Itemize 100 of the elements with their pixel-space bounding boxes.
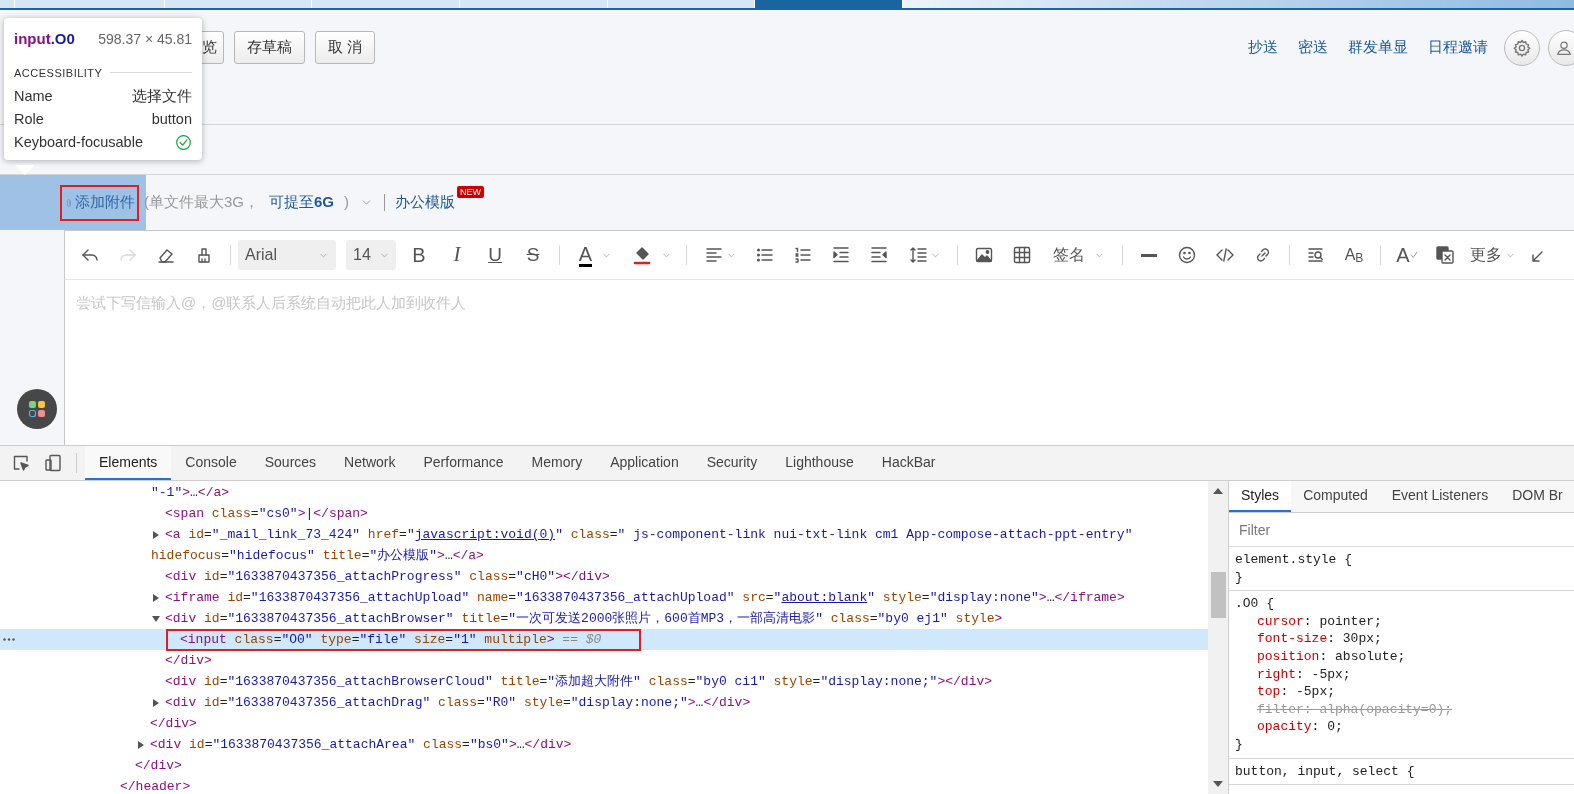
align-icon [704, 245, 724, 265]
code-link[interactable]: about:blank [781, 589, 868, 605]
recipient-option-link[interactable]: 密送 [1298, 36, 1328, 59]
fill-bucket-icon [631, 245, 652, 265]
property-label: Keyboard-focusable [14, 132, 143, 152]
code-line: <div id="1633870437356_attachBrowser" title="一次可发送2000张照片，600首MP3，一部高清电影" class="by0 ej1" style> [165, 609, 1003, 628]
css-declaration: right: -5px; [1256, 665, 1352, 684]
property-value: 选择文件 [132, 86, 192, 106]
table-icon [1012, 245, 1032, 265]
image-icon [974, 245, 994, 265]
devtools-tab[interactable]: Application [596, 446, 693, 480]
caret-icon [361, 197, 373, 208]
css-declaration: opacity: 0; [1256, 718, 1344, 736]
code-line: <span class="cs0">|</span> [165, 504, 368, 523]
devtools-tab[interactable]: Performance [409, 446, 518, 480]
devtools-tab[interactable]: Elements [85, 446, 172, 480]
recipient-option-link[interactable]: 群发单显 [1348, 36, 1408, 59]
code-line: hidefocus="hidefocus" title="办公模版">…</a> [151, 546, 484, 565]
apps-button[interactable] [17, 389, 57, 429]
signature-select[interactable]: 签名 [1041, 239, 1115, 271]
code-line: </div> [165, 651, 212, 670]
format-button[interactable]: B [400, 239, 438, 271]
new-badge: NEW [457, 186, 485, 198]
styles-tab[interactable]: DOM Br [1500, 481, 1574, 512]
css-declaration: cursor: pointer; [1256, 612, 1383, 631]
collapse-triangle-icon[interactable] [152, 614, 160, 623]
code-link[interactable]: javascript:void(0) [414, 526, 556, 542]
filter-field[interactable]: Filter [1233, 516, 1570, 543]
scroll-down-icon[interactable] [1213, 781, 1223, 787]
code-line: <a id="_mail_link_73_424" href="javascript:void(0)" class=" js-component-link nui-txt-link cm1 App-compose-attach-ppt-entry" [165, 525, 1133, 544]
format-button[interactable]: I [438, 239, 476, 271]
contacts-button[interactable] [1548, 29, 1574, 66]
font-select[interactable]: Arial [238, 240, 336, 270]
line-height-icon [908, 245, 928, 265]
device-toggle-button[interactable] [42, 452, 64, 474]
apps-icon [27, 399, 47, 419]
styles-tab[interactable]: Event Listeners [1379, 481, 1501, 512]
css-brace: } [1235, 568, 1243, 587]
attachment-limit-text: ) [344, 192, 350, 213]
scrollbar[interactable] [1208, 481, 1228, 794]
code-line: </div> [150, 714, 197, 733]
font-size-select[interactable]: 14 [346, 240, 396, 270]
toolbar-button[interactable]: 存草稿 [234, 31, 305, 64]
scrollbar-thumb[interactable] [1210, 572, 1226, 618]
format-button[interactable]: S [514, 239, 552, 271]
code-line: <div id="1633870437356_attachBrowserCloud" title="添加超大附件" class="by0 ci1" style="display:none;"></div> [165, 672, 993, 691]
devtools-tab[interactable]: Security [692, 446, 772, 480]
code-icon [1215, 245, 1235, 265]
devtools-tab[interactable]: Console [171, 446, 251, 480]
code-line: <div id="1633870437356_attachDrag" class="R0" style="display:none;">…</div> [165, 693, 751, 712]
office-template-link[interactable]: 办公模版 [395, 191, 456, 214]
code-line: <div id="1633870437356_attachProgress" class="cH0"></div> [165, 567, 610, 586]
devtools-tab[interactable]: Sources [250, 446, 331, 480]
settings-button[interactable] [1504, 29, 1540, 66]
devices-icon [43, 453, 63, 473]
format-button[interactable]: U [476, 239, 514, 271]
indent-icon [831, 245, 851, 265]
css-brace: } [1235, 735, 1243, 754]
styles-tab[interactable]: Styles [1229, 481, 1292, 512]
property-label: Name [14, 86, 53, 106]
numbered-list-icon [793, 245, 813, 265]
styles-tab[interactable]: Computed [1291, 481, 1380, 512]
find-icon [1306, 245, 1326, 265]
grammar-button[interactable]: A [1388, 239, 1426, 271]
code-line: </div> [135, 756, 182, 775]
outdent-icon [869, 245, 889, 265]
property-value: button [151, 109, 192, 129]
expand-triangle-icon[interactable] [152, 593, 160, 602]
more-icon[interactable] [3, 638, 15, 641]
recipient-option-link[interactable]: 抄送 [1248, 36, 1278, 59]
css-declaration: top: -5px; [1256, 683, 1336, 701]
check-icon [1409, 251, 1418, 259]
scroll-up-icon[interactable] [1213, 488, 1223, 494]
css-declaration: position: absolute; [1256, 647, 1407, 666]
tooltip-pointer [15, 165, 35, 175]
more-button[interactable]: 更多 [1464, 239, 1520, 271]
code-line: "-1">…</a> [151, 483, 230, 502]
smiley-icon [1177, 245, 1197, 265]
section-heading: ACCESSIBILITY [14, 65, 103, 81]
expand-triangle-icon[interactable] [152, 530, 160, 539]
devtools-tab[interactable]: Memory [517, 446, 597, 480]
css-selector: element.style { [1235, 551, 1354, 569]
expand-triangle-icon[interactable] [152, 698, 160, 707]
inspect-icon [11, 453, 31, 473]
translate-icon [1435, 245, 1455, 265]
devtools-tab[interactable]: Lighthouse [771, 446, 868, 480]
element-selector: input.O0 [14, 29, 75, 49]
attachment-limit-text: (单文件最大3G， [144, 192, 259, 213]
font-color-button[interactable]: A [567, 239, 623, 271]
css-declaration: font-size: 30px; [1256, 630, 1383, 648]
devtools-tab[interactable]: HackBar [867, 446, 950, 480]
devtools-tab[interactable]: Network [330, 446, 410, 480]
upgrade-link[interactable]: 可提至6G [269, 191, 335, 214]
toolbar-button[interactable]: 取 消 [315, 31, 376, 64]
code-line: <iframe id="1633870437356_attachUpload" name="1633870437356_attachUpload" src="about:blank" style="display:none">…</iframe> [165, 588, 1125, 607]
expand-triangle-icon[interactable] [137, 740, 145, 749]
css-selector: button, input, select { [1235, 762, 1416, 781]
recipient-option-link[interactable]: 日程邀请 [1428, 36, 1488, 59]
css-declaration: filter: alpha(opacity=0); [1256, 700, 1454, 719]
case-button[interactable]: A$_{B}$ [1335, 239, 1373, 271]
